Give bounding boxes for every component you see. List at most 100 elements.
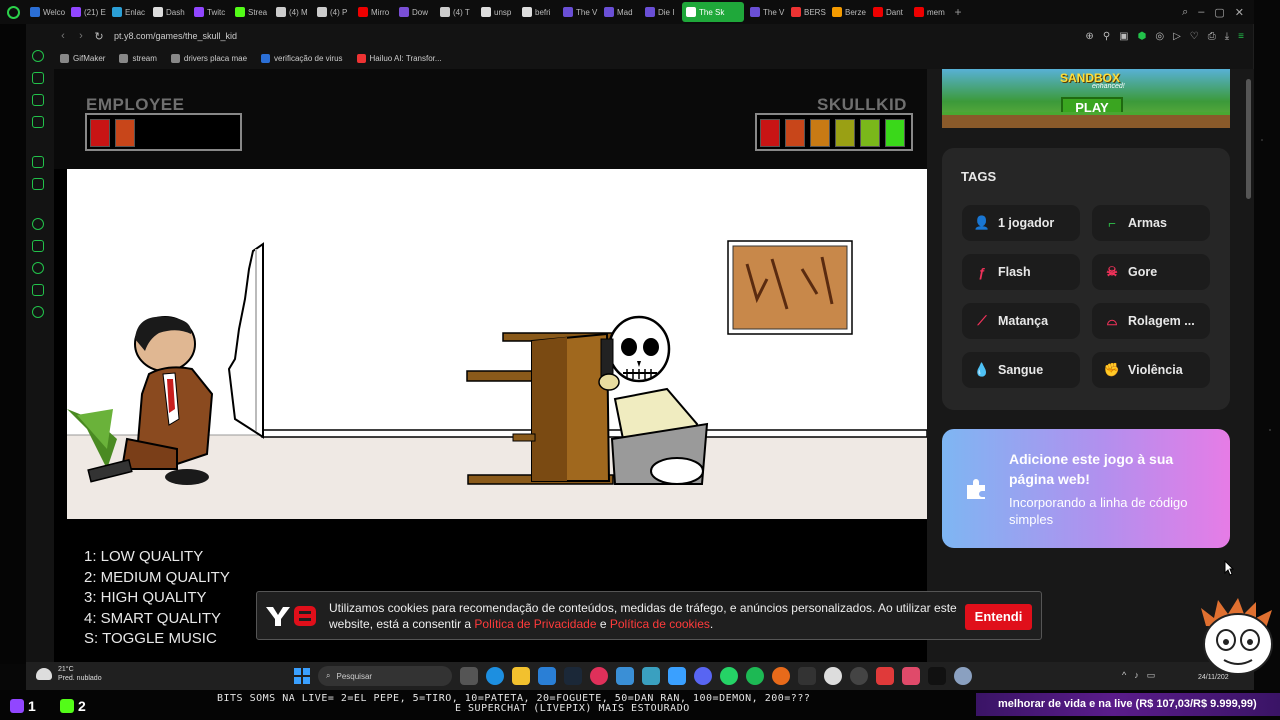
sidebar-twitch-icon[interactable] — [32, 94, 44, 106]
tray-chevron-icon[interactable]: ^ — [1122, 670, 1126, 681]
steam-icon[interactable] — [564, 667, 582, 685]
browser-tab[interactable]: Dant — [869, 2, 908, 22]
task-view-icon[interactable] — [460, 667, 478, 685]
app-icon-19[interactable] — [902, 667, 920, 685]
app-icon-10[interactable] — [668, 667, 686, 685]
tag-chip[interactable]: 💧 Sangue — [962, 352, 1080, 388]
browser-tab[interactable]: Mad — [600, 2, 639, 22]
terminal-icon[interactable] — [798, 667, 816, 685]
bookmark-item[interactable]: drivers placa mae — [170, 53, 247, 63]
new-tab-icon[interactable]: + — [949, 5, 967, 19]
bookmark-item[interactable]: stream — [119, 53, 157, 63]
privacy-policy-link[interactable]: Política de Privacidade — [474, 617, 596, 631]
tag-chip[interactable]: ⌐ Armas — [1092, 205, 1210, 241]
browser-tab[interactable]: The Sk — [682, 2, 744, 22]
browser-tab[interactable]: BERS — [787, 2, 826, 22]
bookmark-item[interactable]: verificação de virus — [261, 53, 343, 63]
sidebar-refresh-icon[interactable] — [32, 50, 44, 62]
file-explorer-icon[interactable] — [512, 667, 530, 685]
browser-tab[interactable]: (4) T — [436, 2, 475, 22]
url-field[interactable]: pt.y8.com/games/the_skull_kid — [114, 31, 237, 41]
browser-tab[interactable]: Die I — [641, 2, 680, 22]
forward-icon[interactable]: › — [72, 30, 90, 42]
browser-tab[interactable]: Enlac — [108, 2, 147, 22]
browser-tab[interactable]: The V — [746, 2, 785, 22]
browser-tab[interactable]: Dow — [395, 2, 434, 22]
spotify-icon[interactable] — [746, 667, 764, 685]
tag-chip[interactable]: ✊ Violência — [1092, 352, 1210, 388]
sidebar-flame-icon[interactable] — [32, 156, 44, 168]
settings-icon[interactable] — [954, 667, 972, 685]
bookmark-item[interactable]: GifMaker — [60, 53, 105, 63]
search-icon[interactable]: ⌕ — [1182, 6, 1188, 19]
embed-card[interactable]: Adicione este jogo à sua página web! Inc… — [942, 429, 1230, 548]
app-icon-14[interactable] — [772, 667, 790, 685]
game-canvas[interactable]: EMPLOYEE SKULLKID 1: LOW QUALITY 2: MEDI… — [54, 69, 927, 662]
back-icon[interactable]: ‹ — [54, 30, 72, 42]
download-icon[interactable]: ⤓ — [1225, 31, 1229, 42]
vpn-icon[interactable]: ◎ — [1155, 31, 1164, 42]
mic-icon[interactable]: ♪ — [1134, 670, 1139, 681]
player-icon[interactable]: ▷ — [1173, 31, 1181, 42]
photos-icon[interactable] — [616, 667, 634, 685]
windows-start-icon[interactable] — [294, 668, 310, 684]
browser-tab[interactable]: unsp — [477, 2, 516, 22]
browser-tab[interactable]: (4) M — [272, 2, 311, 22]
tag-chip[interactable]: ⟋ Matança — [962, 303, 1080, 339]
sidebar-history-icon[interactable] — [32, 262, 44, 274]
menu-icon[interactable]: ≡ — [1238, 31, 1244, 42]
app-icon-17[interactable] — [850, 667, 868, 685]
browser-tab[interactable]: The V — [559, 2, 598, 22]
sidebar-bookmark-icon[interactable] — [32, 240, 44, 252]
maximize-icon[interactable]: ▢ — [1214, 6, 1224, 19]
weather-widget[interactable]: 21°C Pred. nublado — [36, 665, 102, 683]
sidebar-play-icon[interactable] — [32, 218, 44, 230]
browser-tab[interactable]: befri — [518, 2, 557, 22]
edge-icon[interactable] — [486, 667, 504, 685]
browser-tab[interactable]: Dash — [149, 2, 188, 22]
minimize-icon[interactable]: – — [1198, 6, 1204, 19]
app-icon-16[interactable] — [824, 667, 842, 685]
page-scrollbar[interactable] — [1244, 69, 1253, 662]
zoom-icon[interactable]: ⊕ — [1085, 31, 1093, 42]
cookie-accept-button[interactable]: Entendi — [965, 604, 1032, 630]
discord-icon[interactable] — [694, 667, 712, 685]
pin-icon[interactable]: ⚲ — [1103, 31, 1110, 42]
store-icon[interactable] — [538, 667, 556, 685]
adblock-icon[interactable]: ⬢ — [1138, 31, 1147, 42]
browser-tab[interactable]: Berze — [828, 2, 867, 22]
app-icon-18[interactable] — [876, 667, 894, 685]
browser-tab[interactable]: Welco — [26, 2, 65, 22]
scroll-thumb[interactable] — [1246, 79, 1251, 199]
sidebar-shop-icon[interactable] — [32, 72, 44, 84]
browser-tab[interactable]: Strea — [231, 2, 270, 22]
browser-tab[interactable]: (4) P — [313, 2, 352, 22]
heart-icon[interactable]: ♡ — [1190, 31, 1199, 42]
tag-chip[interactable]: 👤 1 jogador — [962, 205, 1080, 241]
tag-chip[interactable]: ƒ Flash — [962, 254, 1080, 290]
bookmark-item[interactable]: Hailuo AI: Transfor... — [356, 53, 442, 63]
sidebar-extensions-icon[interactable] — [32, 284, 44, 296]
browser-tab[interactable]: (21) E — [67, 2, 106, 22]
taskbar-search[interactable]: ⌕ Pesquisar — [318, 666, 452, 686]
wallet-icon[interactable]: ⎙ — [1208, 31, 1216, 42]
close-icon[interactable]: ✕ — [1235, 6, 1244, 19]
reload-icon[interactable]: ↻ — [90, 30, 108, 43]
snapshot-icon[interactable]: ▣ — [1119, 31, 1128, 42]
sidebar-twitch2-icon[interactable] — [32, 178, 44, 190]
ad-banner[interactable]: SANDBOX enhanced! PLAY — [942, 69, 1230, 128]
opera-logo-icon[interactable] — [0, 0, 26, 24]
browser-tab[interactable]: mem — [910, 2, 949, 22]
browser-tab[interactable]: Mirro — [354, 2, 393, 22]
network-icon[interactable]: ▭ — [1147, 670, 1156, 681]
sidebar-mail-icon[interactable] — [32, 116, 44, 128]
opera-gx-icon[interactable] — [590, 667, 608, 685]
tiktok-icon[interactable] — [928, 667, 946, 685]
whatsapp-icon[interactable] — [720, 667, 738, 685]
tag-chip[interactable]: ⌓ Rolagem ... — [1092, 303, 1210, 339]
browser-tab[interactable]: Twitc — [190, 2, 229, 22]
tag-chip[interactable]: ☠ Gore — [1092, 254, 1210, 290]
cookie-policy-link[interactable]: Política de cookies — [610, 617, 710, 631]
app-icon-9[interactable] — [642, 667, 660, 685]
sidebar-settings-icon[interactable] — [32, 306, 44, 318]
